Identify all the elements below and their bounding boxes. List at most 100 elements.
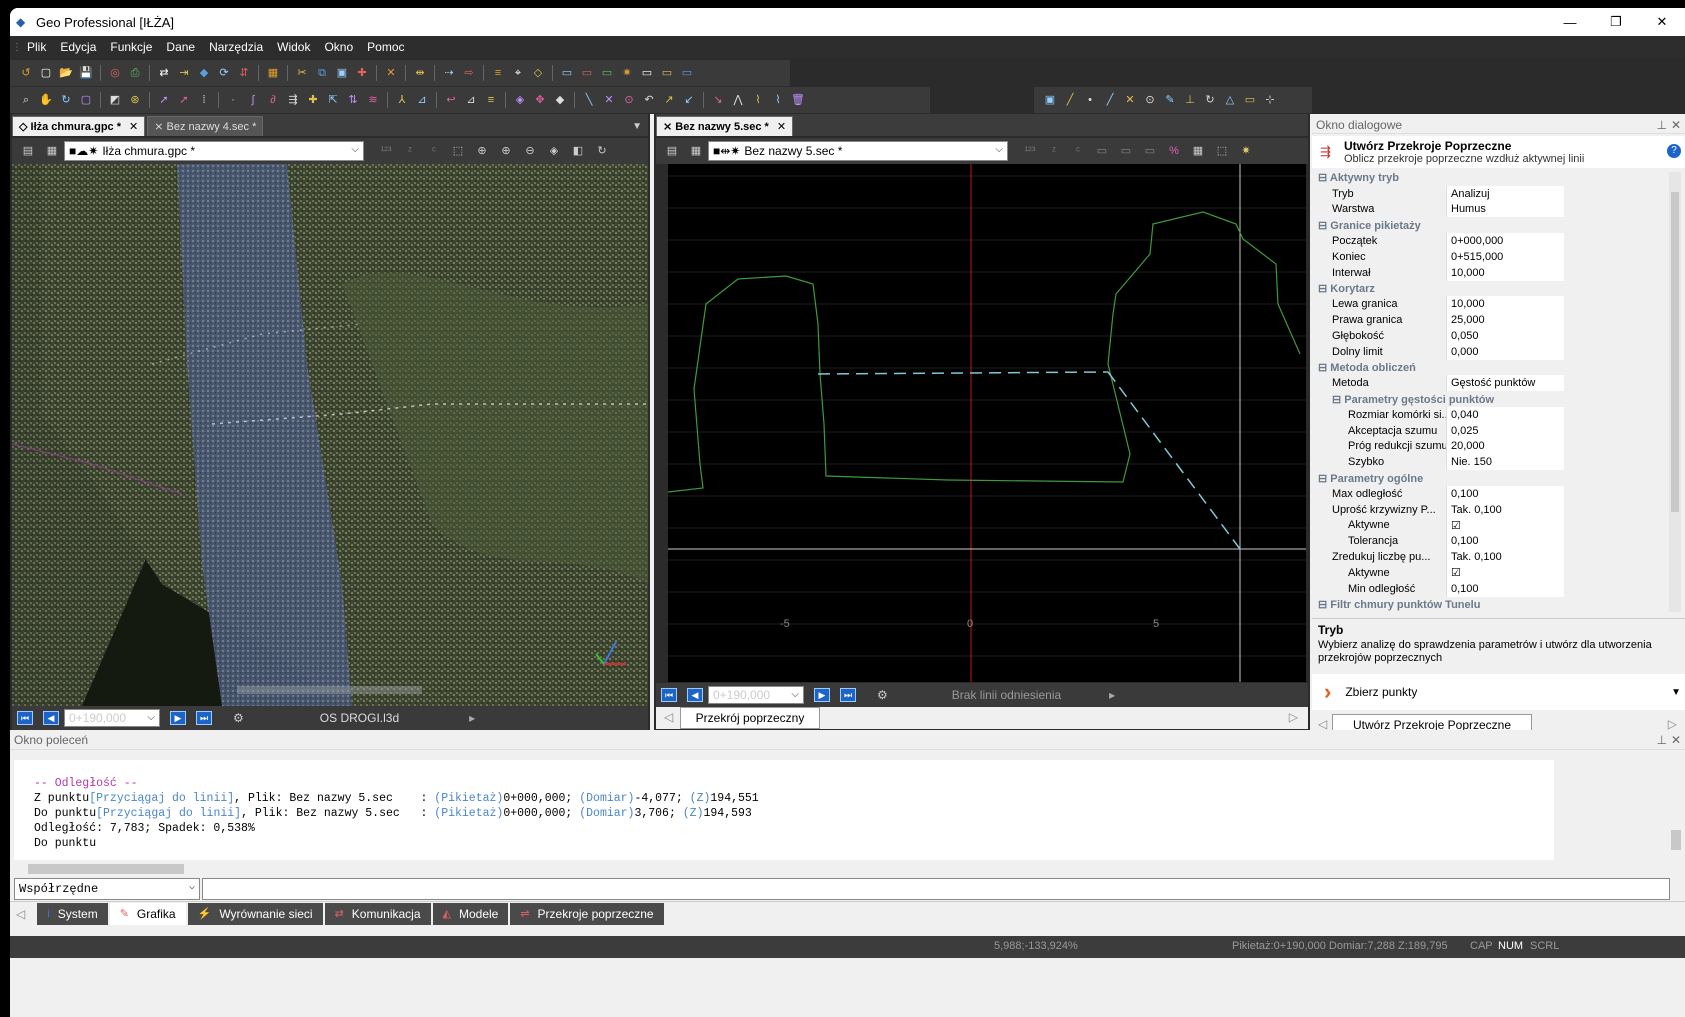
- toolbar-tool-icon[interactable]: ◆: [196, 65, 212, 81]
- section-layer-combo[interactable]: ■⇹✷ Bez nazwy 5.sec * ⌵: [708, 141, 1008, 161]
- close-icon[interactable]: ✕: [777, 120, 786, 133]
- workspace-tab[interactable]: ◭ Modele: [432, 902, 509, 925]
- toolbar-tool-icon[interactable]: ✚: [305, 92, 321, 108]
- toolbar-tool-icon[interactable]: ⊿: [414, 92, 430, 108]
- point-cloud-view[interactable]: [12, 164, 648, 706]
- property-value[interactable]: 0+515,000: [1446, 248, 1564, 265]
- label-icon[interactable]: ¹²³: [378, 143, 394, 159]
- property-row[interactable]: Próg redukcji szumu 20,000: [1316, 438, 1564, 455]
- toolbar-tool-icon[interactable]: ✷: [619, 65, 635, 81]
- collapse-icon[interactable]: ⊟: [1318, 283, 1330, 295]
- first-station-button[interactable]: ⏮: [661, 688, 677, 702]
- property-value[interactable]: Tak. 0,100: [1446, 501, 1564, 518]
- toolbar-tool-icon[interactable]: ▢: [78, 92, 94, 108]
- toolbar-tool-icon[interactable]: ↗: [661, 92, 677, 108]
- toolbar-tool-icon[interactable]: ▣: [1042, 92, 1058, 108]
- next-station-button[interactable]: ▶: [170, 711, 186, 725]
- toolbar-tool-icon[interactable]: 🗑: [790, 92, 806, 108]
- property-row[interactable]: Rozmiar komórki si... 0,040: [1316, 406, 1564, 423]
- property-group[interactable]: ⊟ Parametry gęstości punktów: [1316, 391, 1564, 407]
- toolbar-tool-icon[interactable]: ✥: [532, 92, 548, 108]
- highlight-icon[interactable]: ✷: [1238, 143, 1254, 159]
- view-3d-icon[interactable]: ◈: [546, 143, 562, 159]
- toolbar-tool-icon[interactable]: ⇥: [176, 65, 192, 81]
- toolbar-tool-icon[interactable]: ⇹: [412, 65, 428, 81]
- toolbar-tool-icon[interactable]: ↘: [710, 92, 726, 108]
- toolbar-tool-icon[interactable]: ⅄: [394, 92, 410, 108]
- toolbar-tool-icon[interactable]: ▭: [599, 65, 615, 81]
- toolbar-tool-icon[interactable]: ↶: [641, 92, 657, 108]
- collapse-icon[interactable]: ⊟: [1318, 362, 1330, 374]
- tab-cloud[interactable]: ◇ Iłża chmura.gpc * ✕: [12, 116, 146, 136]
- toolbar-tool-icon[interactable]: ∂: [265, 92, 281, 108]
- property-value[interactable]: 0+000,000: [1446, 233, 1564, 249]
- toolbar-tool-icon[interactable]: ◈: [512, 92, 528, 108]
- menu-plik[interactable]: Plik: [20, 40, 53, 54]
- property-row[interactable]: Akceptacja szumu 0,025: [1316, 422, 1564, 439]
- toolbar-tool-icon[interactable]: ▭: [639, 65, 655, 81]
- settings-icon[interactable]: ⚙: [877, 688, 888, 702]
- property-value[interactable]: Gęstość punktów: [1446, 375, 1564, 392]
- toolbar-tool-icon[interactable]: ▢: [38, 65, 54, 81]
- axis-menu-arrow-icon[interactable]: ▸: [469, 711, 475, 725]
- property-value[interactable]: 0,040: [1446, 406, 1564, 423]
- toolbar-tool-icon[interactable]: ↙: [681, 92, 697, 108]
- minimize-button[interactable]: —: [1547, 8, 1593, 36]
- toolbar-tool-icon[interactable]: ◩: [107, 92, 123, 108]
- menu-narzedzia[interactable]: Narzędzia: [202, 40, 270, 54]
- toolbar-tool-icon[interactable]: ·: [225, 92, 241, 108]
- toolbar-tool-icon[interactable]: ◇: [530, 65, 546, 81]
- property-value[interactable]: 0,050: [1446, 327, 1564, 344]
- toolbar-tool-icon[interactable]: ⎙: [127, 65, 143, 81]
- property-row[interactable]: Tolerancja 0,100: [1316, 533, 1564, 550]
- menu-funkcje[interactable]: Funkcje: [103, 40, 159, 54]
- workspace-tab[interactable]: ⚡ Wyrównanie sieci: [187, 902, 323, 925]
- toolbar-tool-icon[interactable]: ⇵: [236, 65, 252, 81]
- menu-edycja[interactable]: Edycja: [53, 40, 103, 54]
- property-value[interactable]: 0,025: [1446, 422, 1564, 439]
- toolbar-tool-icon[interactable]: ▭: [1242, 92, 1258, 108]
- layers-icon[interactable]: ▤: [20, 143, 36, 159]
- close-button[interactable]: ✕: [1639, 8, 1685, 36]
- property-row[interactable]: Interwał 10,000: [1316, 264, 1564, 281]
- label-z-icon[interactable]: ᶻ: [1046, 143, 1062, 159]
- toolbar-tool-icon[interactable]: ⧉: [314, 65, 330, 81]
- scrollbar-thumb[interactable]: [1671, 192, 1679, 512]
- toolbar-tool-icon[interactable]: ◎: [107, 65, 123, 81]
- toolbar-tool-icon[interactable]: ╲: [581, 92, 597, 108]
- rotate-icon[interactable]: ↻: [594, 143, 610, 159]
- workspace-tab[interactable]: ⇄ Komunikacja: [324, 902, 431, 925]
- select-icon[interactable]: ⬚: [1214, 143, 1230, 159]
- property-row[interactable]: Metoda Gęstość punktów: [1316, 375, 1564, 392]
- collapse-icon[interactable]: ⊟: [1318, 172, 1330, 184]
- collapse-icon[interactable]: ⊟: [1318, 599, 1330, 611]
- hscrollbar-thumb[interactable]: [28, 864, 184, 874]
- next-station-button[interactable]: ▶: [814, 688, 830, 702]
- property-row[interactable]: Aktywne ☑: [1316, 517, 1564, 534]
- close-icon[interactable]: ✕: [1671, 730, 1681, 750]
- layer-combo[interactable]: ■☁✷ Iłża chmura.gpc * ⌵: [64, 141, 364, 161]
- menu-dane[interactable]: Dane: [159, 40, 202, 54]
- toolbar-tool-icon[interactable]: ✚: [354, 65, 370, 81]
- property-value[interactable]: ☑: [1446, 517, 1564, 534]
- toolbar-tool-icon[interactable]: ✕: [601, 92, 617, 108]
- property-row[interactable]: Max odległość 0,100: [1316, 485, 1564, 502]
- toolbar-tool-icon[interactable]: ✕: [383, 65, 399, 81]
- close-icon[interactable]: ✕: [1671, 116, 1681, 134]
- toolbar-tool-icon[interactable]: ╱: [1062, 92, 1078, 108]
- collect-points-button[interactable]: Zbierz punkty: [1345, 685, 1417, 699]
- property-value[interactable]: Tak. 0,100: [1446, 549, 1564, 565]
- toolbar-tool-icon[interactable]: ⇅: [345, 92, 361, 108]
- label-z-icon[interactable]: ᶻ: [402, 143, 418, 159]
- cross-section-view[interactable]: -5 0 5: [668, 164, 1306, 682]
- first-station-button[interactable]: ⏮: [17, 711, 33, 725]
- toolbar-tool-icon[interactable]: ⌖: [510, 65, 526, 81]
- toolbar-tool-icon[interactable]: △: [1222, 92, 1238, 108]
- scroll-left-icon[interactable]: ◁: [16, 907, 25, 921]
- property-group[interactable]: ⊟ Filtr chmury punktów Tunelu: [1316, 596, 1564, 613]
- select-icon[interactable]: ⬚: [450, 143, 466, 159]
- pin-icon[interactable]: ⊥: [1657, 730, 1667, 750]
- tab-section-5[interactable]: ⨯ Bez nazwy 5.sec * ✕: [656, 116, 794, 136]
- toolbar-tool-icon[interactable]: 💾: [78, 65, 94, 81]
- toolbar-tool-icon[interactable]: ╱: [1102, 92, 1118, 108]
